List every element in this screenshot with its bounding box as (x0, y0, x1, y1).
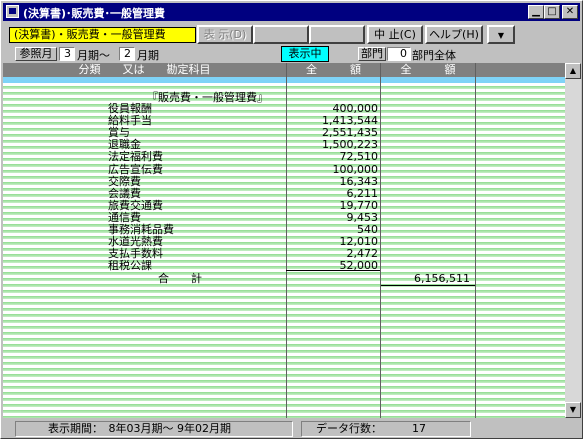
column-header-empty (476, 63, 565, 77)
stop-button[interactable]: 中 止(C) (367, 25, 423, 44)
scroll-down-icon[interactable]: ▼ (565, 402, 581, 418)
chevron-down-icon: ▼ (497, 31, 505, 40)
status-period: 表示期間： 8年03月期～ 9年02月期 (15, 421, 293, 437)
maximize-icon[interactable]: □ (544, 5, 560, 19)
scroll-up-icon[interactable]: ▲ (565, 63, 581, 79)
menu-dropdown-button[interactable]: ▼ (487, 25, 515, 44)
grid-rows-background (3, 77, 565, 418)
dept-label: 部門 (358, 47, 386, 61)
column-header-account[interactable]: 分類 又は 勘定科目 (3, 63, 286, 77)
subtotal-underline (286, 270, 380, 271)
selected-row-band (3, 77, 565, 83)
help-button[interactable]: ヘルプ(H) (425, 25, 483, 44)
month-from-label: 月期～ (77, 49, 110, 62)
window-title: (決算書)･販売費･一般管理費 (23, 7, 166, 20)
title-bar: (決算書)･販売費･一般管理費 ▁ □ ✕ (3, 3, 580, 21)
row-count-label: データ行数： (316, 422, 382, 435)
status-row-count: データ行数： 17 (301, 421, 471, 437)
account-amount: 72,510 (339, 150, 379, 163)
app-window: (決算書)･販売費･一般管理費 ▁ □ ✕ (決算書)・販売費・一般管理費 表 … (0, 0, 583, 439)
column-divider (380, 63, 381, 418)
total-label: 合 計 (158, 272, 202, 285)
dept-code-field[interactable]: 0 (387, 47, 411, 61)
close-icon[interactable]: ✕ (562, 5, 578, 19)
display-button[interactable]: 表 示(D) (197, 25, 253, 44)
ref-month-label: 参照月 (15, 47, 57, 61)
column-header-amount-1[interactable]: 全 額 (287, 63, 380, 77)
showing-badge: 表示中 (281, 46, 329, 62)
app-icon[interactable] (6, 5, 19, 18)
account-name: 租税公課 (108, 259, 152, 272)
total-underline (381, 285, 475, 286)
month-to-label: 月期 (137, 49, 159, 62)
minimize-icon[interactable]: ▁ (528, 5, 544, 19)
report-name-label: (決算書)・販売費・一般管理費 (9, 27, 196, 43)
blank-button-1[interactable] (253, 25, 309, 44)
column-header-amount-2[interactable]: 全 額 (381, 63, 475, 77)
section-title: 『販売費・一般管理費』 (147, 91, 268, 104)
dept-name: 部門全体 (412, 49, 456, 62)
ref-from-field[interactable]: 3 (59, 47, 75, 61)
row-count-value: 17 (412, 422, 426, 435)
vertical-scrollbar[interactable]: ▲ ▼ (565, 63, 581, 418)
account-name: 法定福利費 (108, 150, 163, 163)
blank-button-2[interactable] (309, 25, 365, 44)
data-grid[interactable]: 分類 又は 勘定科目 全 額 全 額 『販売費・一般管理費』 役員報酬 400,0… (3, 63, 565, 418)
total-amount: 6,156,511 (414, 272, 470, 285)
column-divider (475, 63, 476, 418)
ref-to-field[interactable]: 2 (119, 47, 135, 61)
